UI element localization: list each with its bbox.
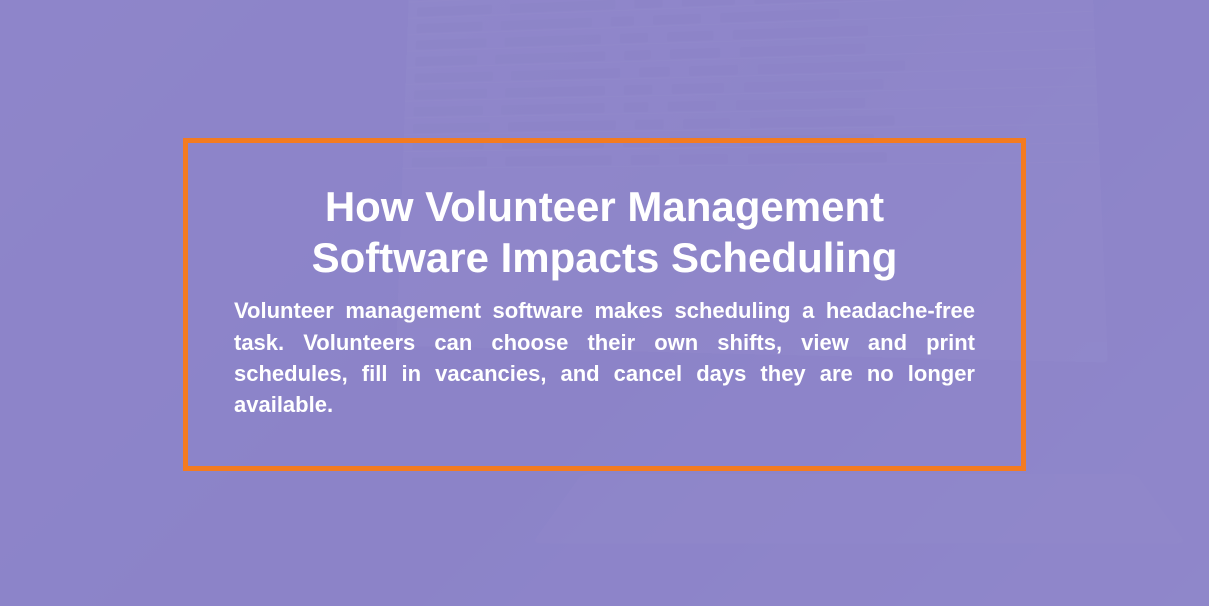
body-paragraph: Volunteer management software makes sche… [234,295,975,420]
content-frame: How Volunteer Management Software Impact… [183,138,1026,471]
main-heading: How Volunteer Management Software Impact… [234,181,975,283]
